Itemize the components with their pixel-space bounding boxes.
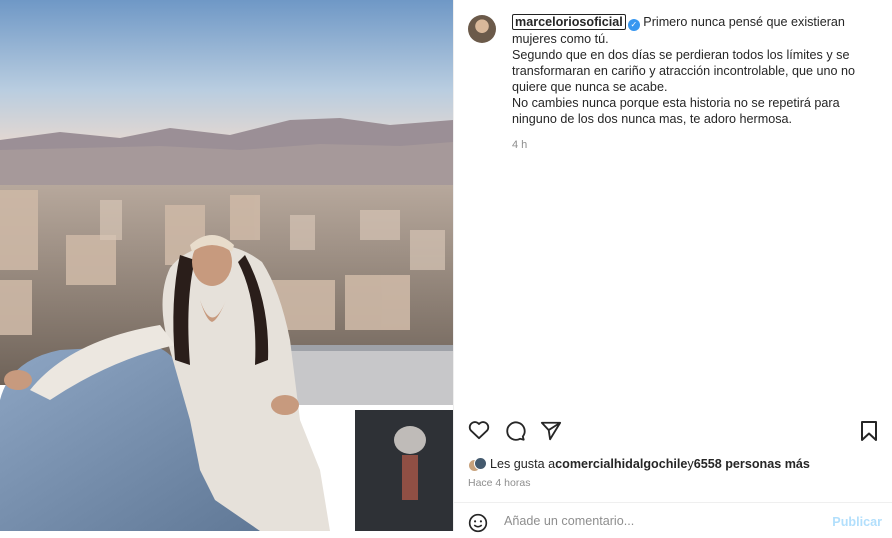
avatar[interactable] [468,15,496,43]
action-bar [468,416,878,446]
username-link[interactable]: marceloriosoficial [512,14,626,30]
share-icon[interactable] [540,420,562,447]
post-sidebar: marceloriosoficial ✓ Primero nunca pensé … [453,0,892,533]
caption-line-3: No cambies nunca porque esta historia no… [512,96,840,126]
instagram-post: marceloriosoficial ✓ Primero nunca pensé … [0,0,892,533]
post-timestamp[interactable]: Hace 4 horas [468,477,530,489]
post-caption: marceloriosoficial ✓ Primero nunca pensé … [468,14,878,153]
likes-prefix: Les gusta a [490,457,556,471]
liker-username-link[interactable]: comercialhidalgochile [555,457,687,471]
caption-timestamp[interactable]: 4 h [512,137,878,153]
liker-avatars [468,457,487,472]
publish-button[interactable]: Publicar [832,515,882,529]
comment-input[interactable] [502,513,806,529]
comment-bar: Publicar [454,502,892,533]
verified-badge-icon: ✓ [627,19,640,31]
post-photo[interactable] [0,0,453,531]
likes-count-link[interactable]: 6558 personas más [694,457,810,471]
heart-icon[interactable] [468,420,490,445]
caption-line-2: Segundo que en dos días se perdieran tod… [512,48,856,94]
emoji-icon[interactable] [468,513,488,538]
photo-illustration [0,0,453,531]
likes-summary: Les gusta a comercialhidalgochile y 6558… [468,457,810,472]
bookmark-icon[interactable] [860,420,878,447]
caption-body: marceloriosoficial ✓ Primero nunca pensé … [512,14,878,153]
comment-icon[interactable] [504,420,526,447]
